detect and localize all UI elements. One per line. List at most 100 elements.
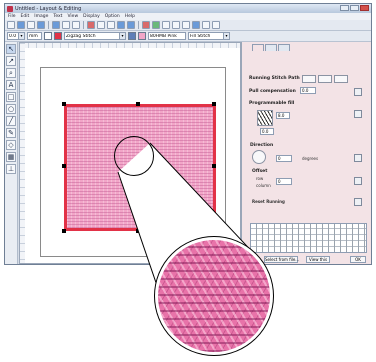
- line-color-swatch[interactable]: [44, 32, 52, 40]
- sew-type-select[interactable]: Zigzag Stitch ▾: [64, 32, 126, 40]
- redo-icon[interactable]: [127, 21, 135, 29]
- card-icon[interactable]: [202, 21, 210, 29]
- minimize-button[interactable]: [340, 5, 349, 11]
- selection-handle[interactable]: [212, 102, 216, 106]
- menu-text[interactable]: Text: [53, 14, 62, 19]
- region-color-swatch[interactable]: [128, 32, 136, 40]
- zoom-icon[interactable]: ⌕: [6, 68, 16, 78]
- point-edit-icon[interactable]: ↗: [6, 56, 16, 66]
- help-icon[interactable]: [212, 21, 220, 29]
- programmable-fill-label: Programmable fill: [249, 101, 295, 106]
- menu-help[interactable]: Help: [125, 14, 135, 19]
- selection-handle[interactable]: [62, 102, 66, 106]
- save-as-icon[interactable]: [37, 21, 45, 29]
- pattern-icon[interactable]: ▦: [6, 152, 16, 162]
- selection-handle[interactable]: [212, 164, 216, 168]
- toolbar-separator: [138, 21, 139, 29]
- import-icon[interactable]: [72, 21, 80, 29]
- copy-icon[interactable]: [97, 21, 105, 29]
- stitch-path-1-button[interactable]: [302, 75, 316, 83]
- select-from-file-button[interactable]: Select from file...: [264, 256, 299, 263]
- paste-icon[interactable]: [107, 21, 115, 29]
- tab-region[interactable]: [265, 44, 277, 51]
- print-preview-icon[interactable]: [62, 21, 70, 29]
- direction-input[interactable]: 0: [276, 155, 292, 162]
- maximize-button[interactable]: [350, 5, 359, 11]
- view-this-button[interactable]: View this: [306, 256, 330, 263]
- panel-tabs: [252, 44, 290, 51]
- chevron-down-icon: ▾: [119, 33, 125, 39]
- offset-label: Offset: [252, 169, 268, 174]
- offset-row-option[interactable]: row: [256, 176, 263, 181]
- running-stitch-label: Running Stitch Path: [249, 76, 300, 81]
- pull-compensation-input[interactable]: 0.0: [300, 87, 316, 94]
- fill-settings-icon[interactable]: [354, 110, 362, 118]
- tab-text[interactable]: [278, 44, 290, 51]
- new-icon[interactable]: [7, 21, 15, 29]
- print-icon[interactable]: [52, 21, 60, 29]
- menu-file[interactable]: File: [8, 14, 16, 19]
- menu-image[interactable]: Image: [34, 14, 48, 19]
- transfer-icon[interactable]: [192, 21, 200, 29]
- offset-input[interactable]: 0: [276, 178, 292, 185]
- stitch-detail-lens: [155, 237, 273, 355]
- line-sew-color-swatch[interactable]: [54, 32, 62, 40]
- stitch-pattern-list[interactable]: [250, 223, 367, 253]
- stitch-icon[interactable]: ⊥: [6, 164, 16, 174]
- sewing-attributes-panel: Running Stitch Path Pull compensation 0.…: [241, 42, 371, 264]
- ok-button[interactable]: OK: [350, 256, 366, 263]
- stitch-path-3-button[interactable]: [334, 75, 348, 83]
- undo-icon[interactable]: [117, 21, 125, 29]
- spacing-input[interactable]: 0.0: [260, 128, 274, 135]
- select-arrow-icon[interactable]: ↖: [6, 44, 16, 54]
- reset-running-checkbox[interactable]: Reset Running: [252, 199, 285, 204]
- design-center-icon[interactable]: [152, 21, 160, 29]
- fill-pattern-preview[interactable]: [257, 110, 273, 126]
- save-icon[interactable]: [27, 21, 35, 29]
- region-sew-type-select[interactable]: Fill Stitch ▾: [188, 32, 230, 40]
- open-icon[interactable]: [17, 21, 25, 29]
- shape-icon[interactable]: □: [6, 92, 16, 102]
- main-toolbar: [5, 20, 371, 31]
- text-icon[interactable]: A: [6, 80, 16, 90]
- menu-option[interactable]: Option: [105, 14, 120, 19]
- menu-view[interactable]: View: [67, 14, 78, 19]
- selection-handle[interactable]: [136, 229, 140, 233]
- direction-label: Direction: [250, 143, 274, 148]
- selection-handle[interactable]: [62, 229, 66, 233]
- offset-column-option[interactable]: column: [256, 183, 271, 188]
- direction-icon[interactable]: [354, 154, 362, 162]
- cut-icon[interactable]: [87, 21, 95, 29]
- menu-edit[interactable]: Edit: [21, 14, 30, 19]
- magic-wand-icon[interactable]: [142, 21, 150, 29]
- zoom-value: 0.0: [9, 33, 17, 39]
- chevron-down-icon: ▾: [223, 33, 229, 39]
- selection-handle[interactable]: [136, 102, 140, 106]
- selection-handle[interactable]: [212, 229, 216, 233]
- window-title: Untitled - Layout & Editing: [15, 5, 82, 12]
- unit-select[interactable]: mm: [27, 32, 42, 40]
- direction-unit: degrees: [302, 156, 319, 161]
- pull-compensation-icon[interactable]: [354, 88, 362, 96]
- brush-icon[interactable]: ✎: [6, 128, 16, 138]
- reset-running-icon[interactable]: [354, 198, 362, 206]
- sewing-toolbar: 0.0 ▾ mm Zigzag Stitch ▾ 80HMB Pink Fill…: [5, 31, 371, 42]
- close-button[interactable]: [360, 5, 369, 11]
- zoom-select[interactable]: 0.0 ▾: [7, 32, 25, 40]
- selection-handle[interactable]: [62, 164, 66, 168]
- offset-icon[interactable]: [354, 177, 362, 185]
- size-input[interactable]: 8.0: [276, 112, 290, 119]
- region-sew-color-swatch[interactable]: [138, 32, 146, 40]
- thread-color-select[interactable]: 80HMB Pink: [148, 32, 186, 40]
- title-bar: Untitled - Layout & Editing: [5, 4, 371, 13]
- eraser-icon[interactable]: ◇: [6, 140, 16, 150]
- line-icon[interactable]: ╱: [6, 116, 16, 126]
- direction-dial[interactable]: [252, 150, 266, 164]
- stitch-path-2-button[interactable]: [318, 75, 332, 83]
- menu-display[interactable]: Display: [83, 14, 100, 19]
- circle-icon[interactable]: ○: [6, 104, 16, 114]
- tab-line[interactable]: [252, 44, 264, 51]
- grid-icon[interactable]: [172, 21, 180, 29]
- sewing-order-icon[interactable]: [182, 21, 190, 29]
- design-database-icon[interactable]: [162, 21, 170, 29]
